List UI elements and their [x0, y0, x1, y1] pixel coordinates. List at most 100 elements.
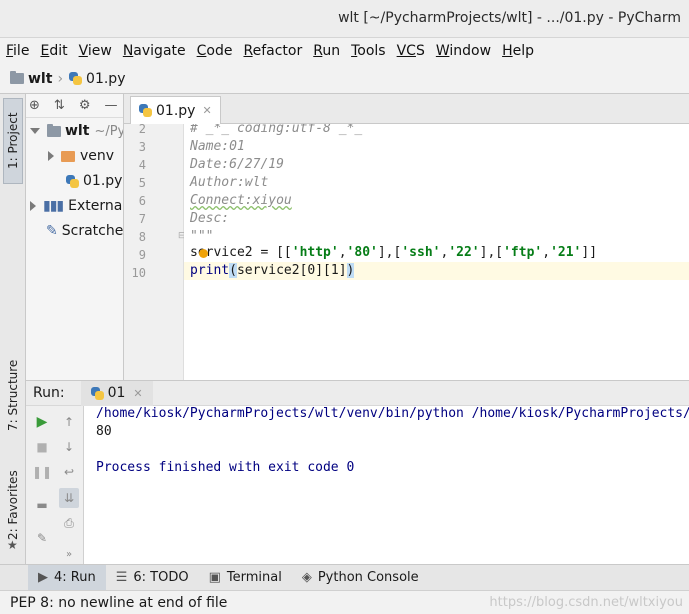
chevron-down-icon: [30, 128, 40, 134]
python-file-icon: [69, 72, 83, 85]
window-titlebar: wlt [~/PycharmProjects/wlt] - .../01.py …: [0, 0, 689, 38]
star-icon: ★: [7, 538, 18, 552]
target-icon[interactable]: ⊕: [29, 98, 40, 113]
run-label: Run:: [33, 385, 65, 401]
tool-terminal[interactable]: ▣ Terminal: [199, 565, 292, 590]
code-line: Author:wlt: [190, 175, 269, 190]
menu-file[interactable]: File: [6, 43, 29, 59]
line-number: 5: [138, 176, 146, 190]
tab-01-py[interactable]: 01.py ✕: [130, 96, 221, 124]
gear-icon[interactable]: ⚙: [79, 98, 91, 113]
left-tool-strip: 1: Project 7: Structure 2: Favorites ★: [0, 94, 26, 564]
breadcrumb-file[interactable]: 01.py: [86, 71, 125, 87]
line-number: 9: [138, 248, 146, 262]
watermark: https://blog.csdn.net/wltxiyou: [489, 595, 683, 610]
lightbulb-icon[interactable]: [199, 249, 208, 258]
code-line-10: print(service2[0][1]): [190, 263, 355, 278]
up-arrow-icon[interactable]: ↑: [61, 414, 77, 430]
breadcrumb-project[interactable]: wlt: [28, 71, 52, 87]
code-line: Desc:: [190, 211, 230, 226]
run-console[interactable]: /home/kiosk/PycharmProjects/wlt/venv/bin…: [84, 406, 689, 564]
tab-structure[interactable]: 7: Structure: [3, 352, 23, 438]
play-icon: ▶: [38, 570, 48, 585]
down-arrow-icon[interactable]: ↓: [61, 439, 77, 455]
line-number: 6: [138, 194, 146, 208]
line-number: 10: [131, 266, 146, 280]
scratches-icon: ✎: [46, 223, 58, 239]
menu-view[interactable]: View: [79, 43, 112, 59]
editor-tabs: 01.py ✕: [124, 94, 689, 124]
code-line: Name:01: [190, 139, 245, 154]
menu-bar: File Edit View Navigate Code Refactor Ru…: [0, 38, 689, 64]
chevron-right-icon: [30, 201, 36, 211]
tree-scratches[interactable]: ✎ Scratche: [46, 219, 123, 243]
folder-icon: [47, 123, 61, 137]
code-editor[interactable]: # _*_ coding:utf-8 _*_ Name:01 Date:6/27…: [184, 124, 689, 380]
tab-project[interactable]: 1: Project: [3, 98, 23, 184]
python-run-config-icon: [90, 386, 104, 400]
todo-icon: ☰: [115, 570, 128, 585]
python-console-icon: ◈: [301, 570, 312, 585]
line-number: 8: [138, 230, 146, 244]
tool-run[interactable]: ▶ 4: Run: [28, 565, 106, 590]
line-number: 3: [138, 140, 146, 154]
more-icon[interactable]: »: [61, 546, 77, 562]
scroll-to-end-icon[interactable]: ⇊: [59, 488, 79, 508]
terminal-icon: ▣: [208, 570, 221, 585]
project-toolbar: ⊕ ⇅ ⚙ —: [26, 94, 123, 118]
tree-file[interactable]: 01.py: [66, 169, 122, 193]
menu-code[interactable]: Code: [197, 43, 233, 59]
bottom-tool-bar: ▶ 4: Run ☰ 6: TODO ▣ Terminal ◈ Python Conso…: [0, 564, 689, 590]
tree-external-libraries[interactable]: ▮▮▮ External: [30, 194, 123, 218]
editor-gutter: 2 3 4 5 6 7 8 9 10 ⊟: [124, 122, 186, 380]
code-line: Connect:xiyou: [190, 193, 292, 208]
print-icon[interactable]: ⎙: [61, 515, 77, 531]
breadcrumb: wlt › 01.py: [0, 64, 689, 94]
close-icon[interactable]: ✕: [202, 104, 211, 117]
menu-tools[interactable]: Tools: [351, 43, 386, 59]
layout-icon[interactable]: ▬: [34, 497, 50, 513]
run-header: Run: 01 ✕: [26, 380, 689, 406]
menu-navigate[interactable]: Navigate: [123, 43, 186, 59]
menu-help[interactable]: Help: [502, 43, 534, 59]
tab-favorites[interactable]: 2: Favorites: [3, 462, 23, 548]
menu-run[interactable]: Run: [313, 43, 340, 59]
tree-venv[interactable]: venv: [48, 144, 114, 168]
chevron-right-icon: [48, 151, 54, 161]
breadcrumb-separator-icon: ›: [57, 70, 64, 87]
code-line-9: service2 = [['http','80'],['ssh','22'],[…: [190, 245, 598, 260]
menu-edit[interactable]: Edit: [40, 43, 67, 59]
venv-folder-icon: [61, 150, 75, 162]
folder-icon: [10, 71, 24, 84]
library-icon: ▮▮▮: [43, 198, 64, 214]
rerun-icon[interactable]: ▶: [34, 414, 50, 430]
status-bar: PEP 8: no newline at end of file https:/…: [0, 590, 689, 614]
code-line: Date:6/27/19: [190, 157, 284, 172]
hide-icon[interactable]: —: [104, 98, 117, 113]
console-line: 80: [96, 424, 112, 439]
pin-icon[interactable]: ✎: [34, 530, 50, 546]
stop-icon[interactable]: ■: [34, 439, 50, 455]
tool-python-console[interactable]: ◈ Python Console: [292, 565, 429, 590]
pause-icon[interactable]: ❚❚: [32, 464, 52, 480]
tool-todo[interactable]: ☰ 6: TODO: [106, 565, 199, 590]
run-tab-01[interactable]: 01 ✕: [80, 380, 153, 406]
menu-refactor[interactable]: Refactor: [243, 43, 302, 59]
close-icon[interactable]: ✕: [133, 387, 142, 400]
window-title: wlt [~/PycharmProjects/wlt] - .../01.py …: [338, 10, 681, 26]
menu-vcs[interactable]: VCS: [397, 43, 425, 59]
code-line: # _*_ coding:utf-8 _*_: [190, 124, 363, 136]
line-number: 2: [138, 122, 146, 136]
soft-wrap-icon[interactable]: ↩: [61, 464, 77, 480]
console-line: Process finished with exit code 0: [96, 460, 355, 475]
run-toolbar: ▶ ↑ ■ ↓ ❚❚ ↩ ▬ ⇊ ⎙ ✎ »: [26, 406, 84, 564]
line-number: 4: [138, 158, 146, 172]
python-file-icon: [66, 174, 79, 188]
tree-root[interactable]: wlt ~/Py: [30, 119, 123, 143]
python-file-icon: [139, 104, 152, 117]
line-number: 7: [138, 212, 146, 226]
console-line: /home/kiosk/PycharmProjects/wlt/venv/bin…: [96, 406, 689, 421]
menu-window[interactable]: Window: [436, 43, 491, 59]
project-pane: ⊕ ⇅ ⚙ — wlt ~/Py venv 01.py ▮▮▮ External…: [26, 94, 124, 380]
collapse-icon[interactable]: ⇅: [54, 98, 65, 113]
